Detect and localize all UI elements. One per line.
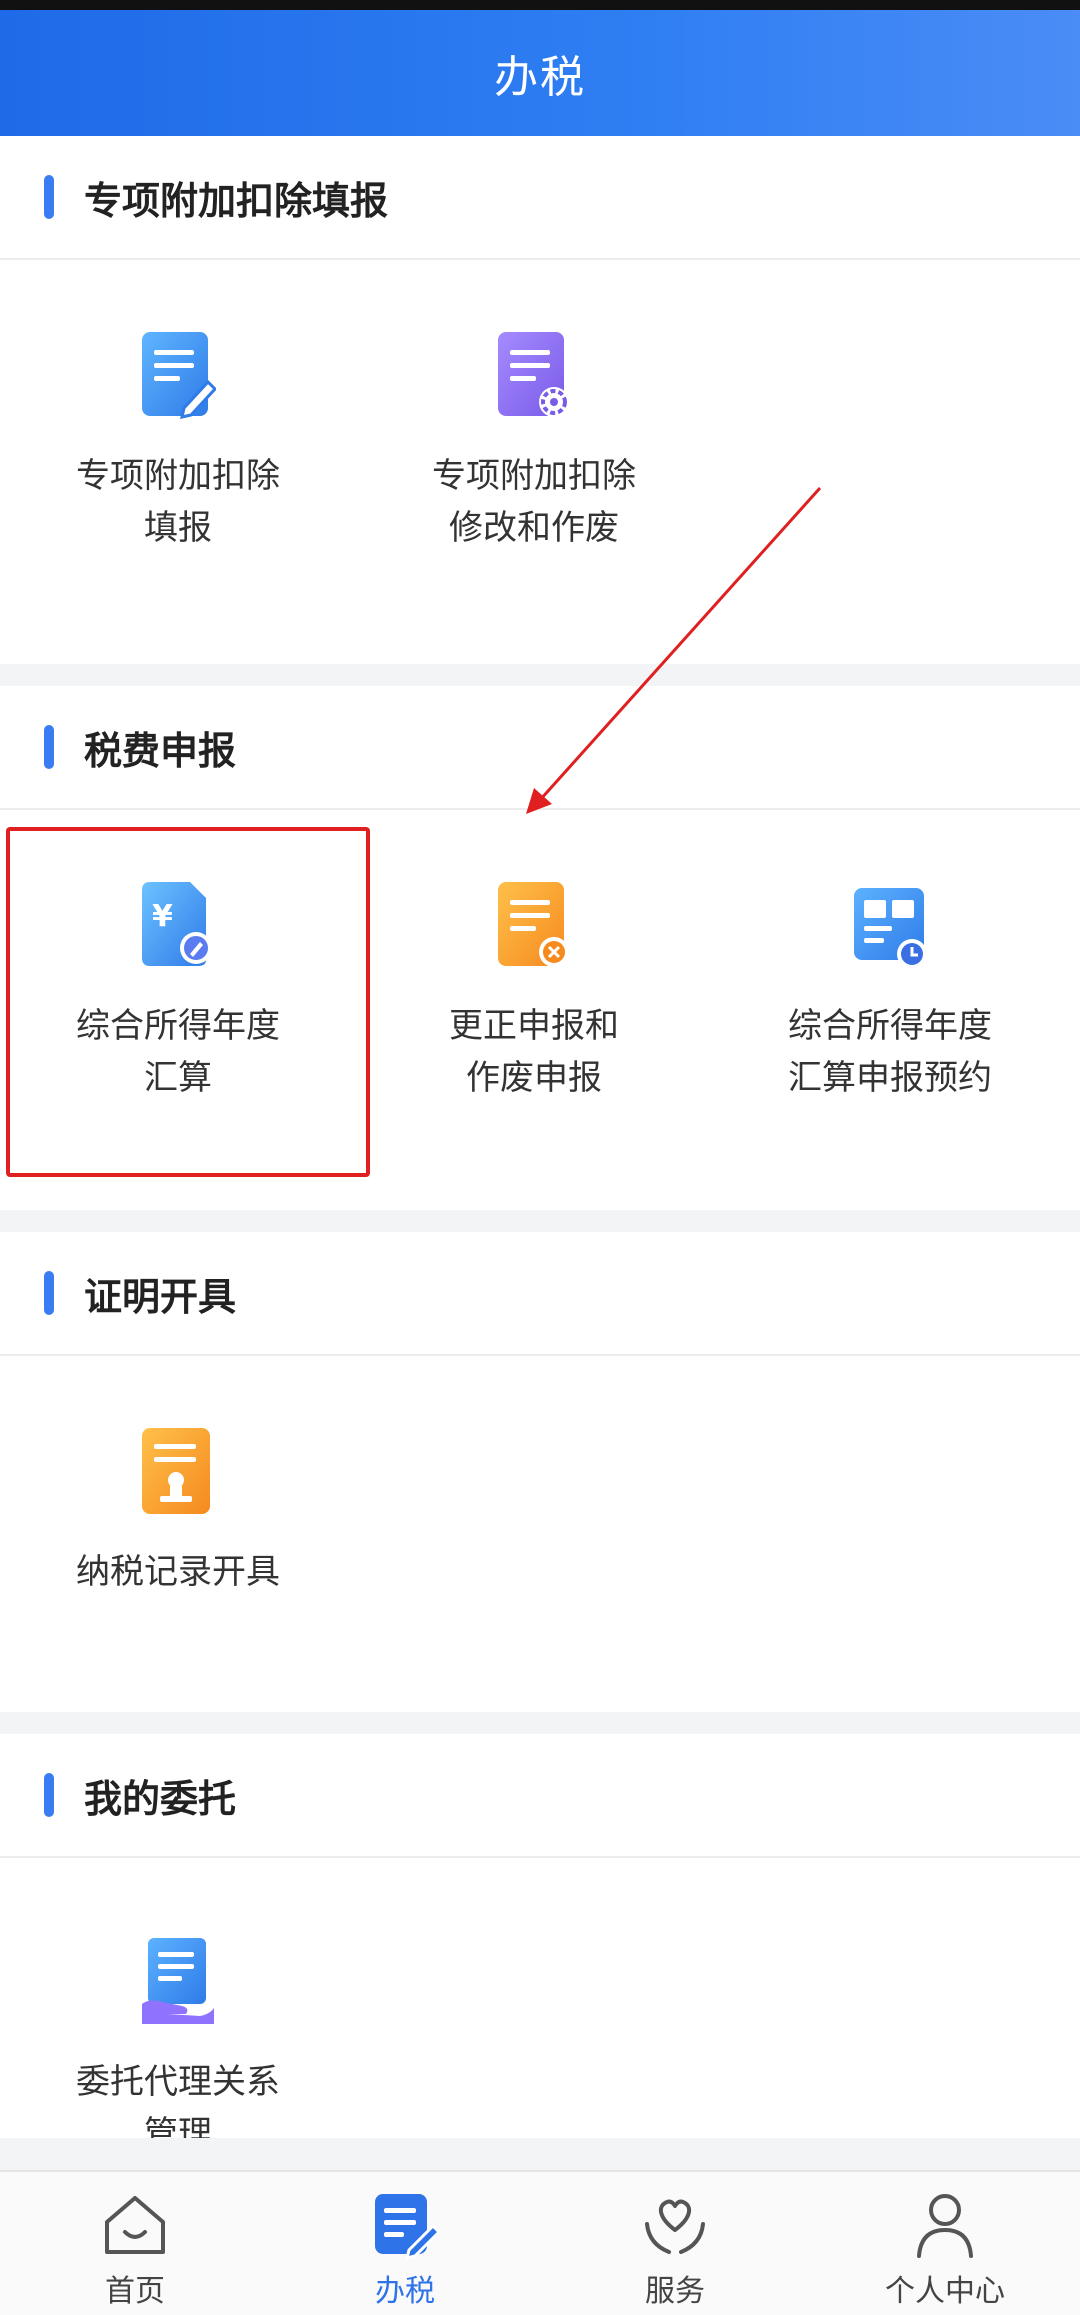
document-cancel-icon: [496, 880, 572, 970]
tile-agent-relationship[interactable]: 委托代理关系 管理: [0, 1858, 356, 2138]
tab-profile[interactable]: 个人中心: [810, 2172, 1080, 2315]
section-header: 我的委托: [0, 1734, 1080, 1858]
section-special-deductions: 专项附加扣除填报 专项附加扣除 填报 专项附加扣除 修改和作废: [0, 136, 1080, 664]
page-title: 办税: [494, 52, 586, 103]
section-certificates: 证明开具 纳税记录开具: [0, 1232, 1080, 1712]
svg-text:¥: ¥: [152, 899, 173, 934]
document-stamp-icon: [140, 1426, 216, 1516]
section-title: 我的委托: [84, 1776, 237, 1821]
tile-label-line2: 填报: [144, 508, 212, 548]
tile-label-line2: 管理: [144, 2114, 212, 2138]
calendar-clock-icon: [852, 880, 928, 970]
section-title: 证明开具: [84, 1274, 237, 1319]
tab-label: 个人中心: [885, 2274, 1005, 2309]
tile-settlement-appointment[interactable]: 综合所得年度 汇算申报预约: [712, 810, 1068, 1210]
section-my-delegation: 我的委托 委托代理关系 管理: [0, 1734, 1080, 2138]
section-header: 专项附加扣除填报: [0, 136, 1080, 260]
tile-label-line2: 汇算: [144, 1058, 212, 1098]
tile-label-line1: 专项附加扣除: [76, 456, 280, 496]
heart-hands-icon: [645, 2199, 705, 2254]
tab-tax[interactable]: 办税: [270, 2172, 540, 2315]
section-title: 税费申报: [84, 728, 237, 773]
tab-home[interactable]: 首页: [0, 2172, 270, 2315]
tile-label-line1: 综合所得年度: [788, 1006, 992, 1046]
document-settings-icon: [496, 330, 572, 420]
tile-tax-record[interactable]: 纳税记录开具: [0, 1356, 356, 1712]
bottom-tab-bar: 首页 办税 服务 个人中心: [0, 2170, 1080, 2315]
tile-correction-filing[interactable]: 更正申报和 作废申报: [356, 810, 712, 1210]
section-accent-bar: [44, 1773, 54, 1817]
tile-label-line1: 更正申报和: [449, 1006, 619, 1046]
tile-label-line2: 作废申报: [466, 1058, 602, 1098]
home-icon: [105, 2196, 165, 2254]
section-accent-bar: [44, 1271, 54, 1315]
section-header: 税费申报: [0, 686, 1080, 810]
yuan-document-edit-icon: ¥: [140, 880, 216, 970]
section-header: 证明开具: [0, 1232, 1080, 1356]
tile-annual-settlement[interactable]: ¥ 综合所得年度 汇算: [0, 810, 356, 1210]
tile-special-deduction-fill[interactable]: 专项附加扣除 填报: [0, 260, 356, 664]
tile-label-line1: 专项附加扣除: [432, 456, 636, 496]
tab-label: 服务: [645, 2274, 705, 2309]
section-tax-filing: 税费申报 ¥ 综合所得年度 汇算 更正申报和 作废申报 综合所得年度 汇算申报预…: [0, 686, 1080, 1210]
person-icon: [917, 2194, 973, 2258]
title-bar: 办税: [0, 10, 1080, 136]
section-accent-bar: [44, 175, 54, 219]
tile-label-line1: 委托代理关系: [76, 2062, 280, 2102]
document-hand-icon: [140, 1936, 216, 2026]
tile-special-deduction-modify[interactable]: 专项附加扣除 修改和作废: [356, 260, 712, 664]
tile-label-line2: 修改和作废: [449, 508, 619, 548]
document-edit-icon: [140, 330, 218, 420]
tab-service[interactable]: 服务: [540, 2172, 810, 2315]
tax-edit-icon: [375, 2194, 441, 2260]
status-bar: [0, 0, 1080, 10]
tile-label-line1: 综合所得年度: [76, 1006, 280, 1046]
tile-label-line1: 纳税记录开具: [76, 1552, 280, 1592]
section-title: 专项附加扣除填报: [84, 178, 389, 223]
tile-label-line2: 汇算申报预约: [788, 1058, 992, 1098]
tab-label: 办税: [375, 2274, 435, 2309]
section-accent-bar: [44, 725, 54, 769]
tab-label: 首页: [105, 2274, 165, 2309]
